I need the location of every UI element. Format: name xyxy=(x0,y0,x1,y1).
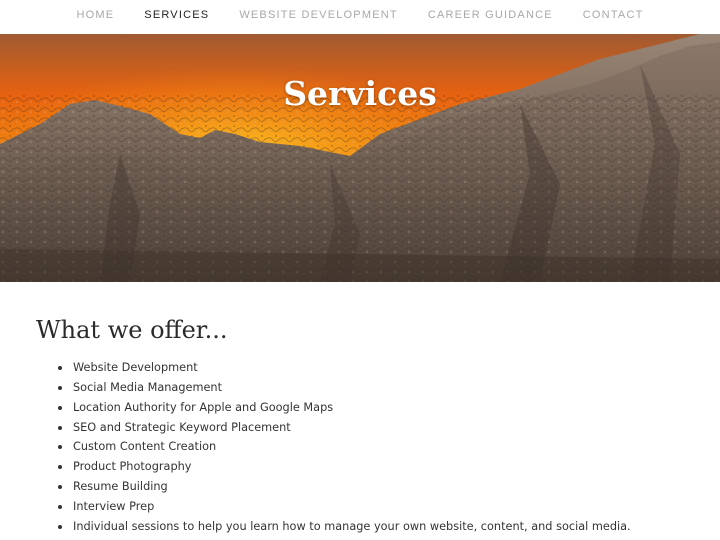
offerings-list: Website Development Social Media Managem… xyxy=(36,358,696,537)
page-title: Services xyxy=(283,74,437,113)
top-navigation: HOME SERVICES WEBSITE DEVELOPMENT CAREER… xyxy=(0,0,720,34)
hero-background-image xyxy=(0,34,720,282)
list-item: Social Media Management xyxy=(58,378,696,398)
nav-home[interactable]: HOME xyxy=(76,9,114,21)
list-item: Custom Content Creation xyxy=(58,437,696,457)
hero-banner: Services xyxy=(0,34,720,282)
list-item: Interview Prep xyxy=(58,497,696,517)
nav-career-guidance[interactable]: CAREER GUIDANCE xyxy=(428,9,553,21)
list-item: SEO and Strategic Keyword Placement xyxy=(58,418,696,438)
nav-services[interactable]: SERVICES xyxy=(144,9,209,21)
nav-contact[interactable]: CONTACT xyxy=(583,9,644,21)
list-item: Location Authority for Apple and Google … xyxy=(58,398,696,418)
section-heading: What we offer... xyxy=(36,316,228,344)
list-item: Product Photography xyxy=(58,457,696,477)
list-item: Individual sessions to help you learn ho… xyxy=(58,517,696,537)
nav-website-development[interactable]: WEBSITE DEVELOPMENT xyxy=(239,9,398,21)
list-item: Website Development xyxy=(58,358,696,378)
list-item: Resume Building xyxy=(58,477,696,497)
main-content: What we offer... Website Development Soc… xyxy=(36,316,696,537)
